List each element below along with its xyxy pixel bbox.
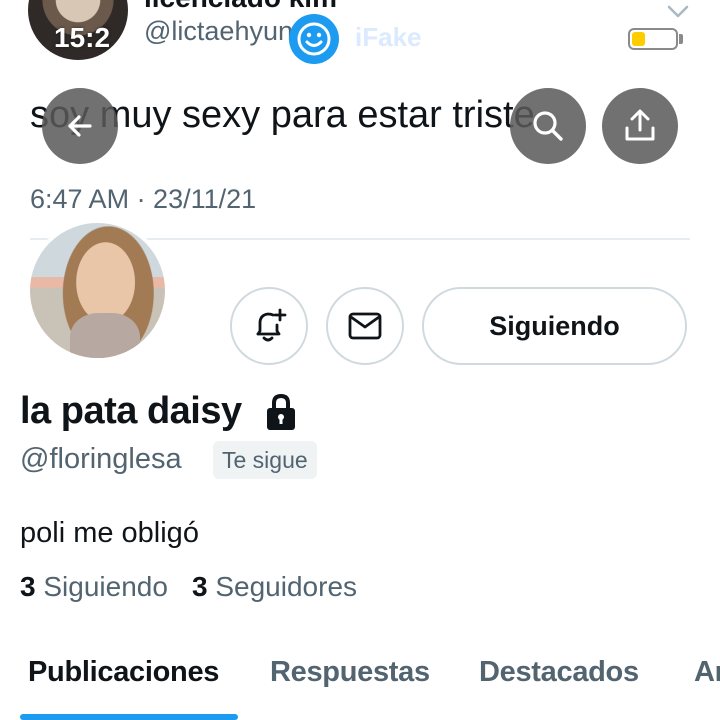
profile-bio: poli me obligó (20, 517, 199, 549)
following-stat[interactable]: 3 Siguiendo (20, 571, 168, 603)
battery-icon (628, 28, 678, 50)
notifications-button[interactable] (230, 287, 308, 365)
tweet-author-name: licenciado kim (144, 0, 337, 14)
tweet-author-handle: @lictaehyun (144, 16, 293, 46)
tab-more-truncated[interactable]: Ar (694, 656, 720, 689)
chevron-down-icon (667, 5, 689, 18)
battery-cap (679, 34, 683, 44)
avatar-shirt (70, 313, 140, 358)
profile-avatar[interactable] (26, 219, 169, 362)
envelope-icon (348, 312, 382, 340)
status-bar-time: 15:2 (54, 22, 111, 53)
tweet-timestamp: 6:47 AM · 23/11/21 (30, 184, 257, 214)
ifake-logo-icon (289, 14, 339, 64)
arrow-left-icon (68, 115, 92, 137)
tab-destacados[interactable]: Destacados (479, 656, 639, 689)
message-button[interactable] (326, 287, 404, 365)
search-button[interactable] (510, 88, 586, 164)
tab-publicaciones[interactable]: Publicaciones (28, 656, 219, 689)
share-button[interactable] (602, 88, 678, 164)
lock-icon (267, 393, 295, 430)
following-count: 3 (20, 571, 36, 602)
followers-label: Seguidores (215, 571, 358, 602)
search-icon (533, 111, 563, 141)
followers-stat[interactable]: 3 Seguidores (192, 571, 357, 603)
following-button-label: Siguiendo (489, 310, 620, 341)
profile-display-name: la pata daisy (20, 390, 242, 432)
profile-handle: @floringlesa (20, 443, 182, 475)
followers-count: 3 (192, 571, 208, 602)
battery-level (632, 32, 645, 46)
tab-respuestas[interactable]: Respuestas (270, 656, 430, 689)
share-icon (625, 109, 655, 141)
following-button[interactable]: Siguiendo (422, 287, 687, 365)
follows-you-badge: Te sigue (213, 441, 317, 479)
following-label: Siguiendo (43, 571, 168, 602)
active-tab-indicator (20, 714, 238, 720)
bell-plus-icon (256, 308, 287, 342)
watermark-text: iFake (355, 22, 422, 52)
back-button[interactable] (42, 88, 118, 164)
